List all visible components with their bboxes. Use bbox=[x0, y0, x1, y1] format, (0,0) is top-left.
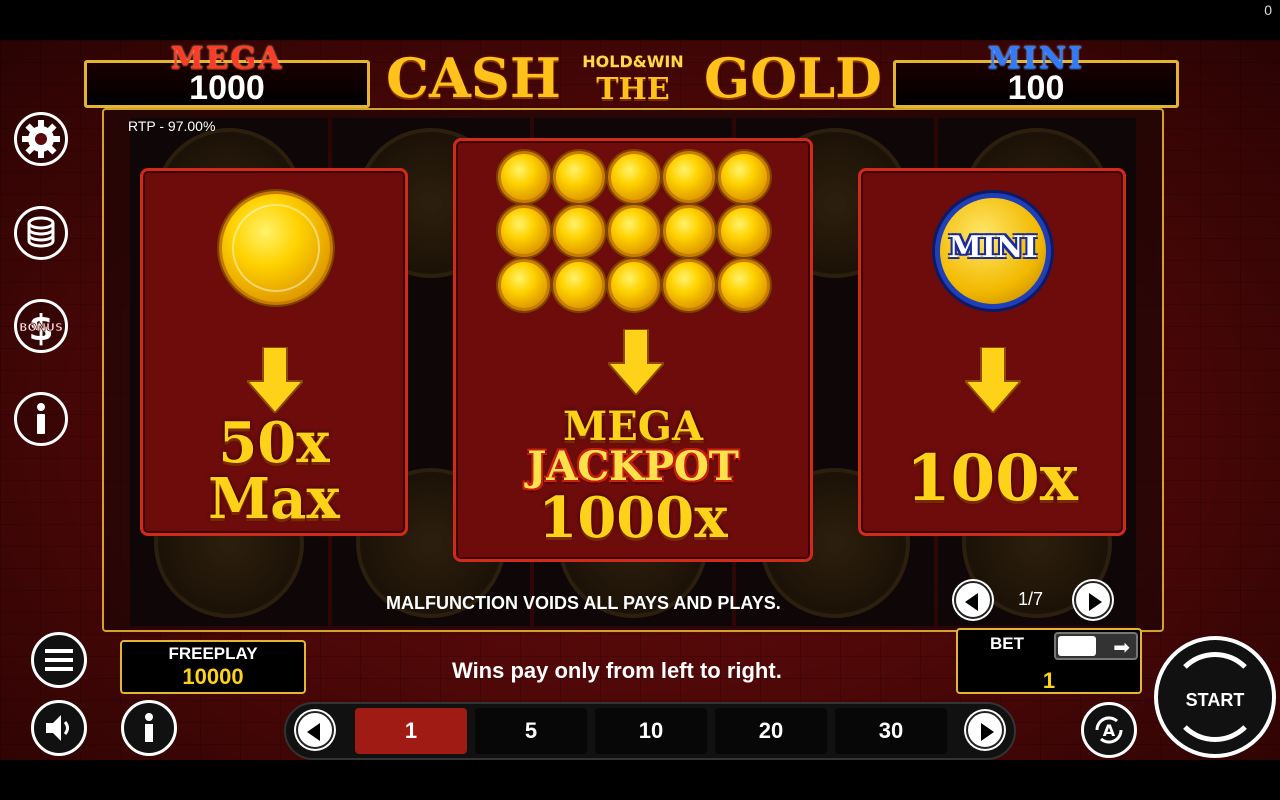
wins-note: Wins pay only from left to right. bbox=[452, 658, 782, 683]
jackpot-label: JACKPOT bbox=[527, 443, 739, 490]
freeplay-value: 10000 bbox=[182, 664, 244, 689]
toggle-knob bbox=[1058, 636, 1096, 656]
bonus-icon: $ BONUS bbox=[19, 308, 64, 349]
bet-increase-button[interactable] bbox=[966, 711, 1004, 749]
info-icon bbox=[37, 403, 45, 434]
gold-coin-icon bbox=[608, 205, 660, 257]
bonus-icon-label: BONUS bbox=[19, 321, 63, 334]
bet-option[interactable]: 30 bbox=[835, 708, 947, 754]
settings-button[interactable] bbox=[14, 112, 68, 166]
gold-coin-icon bbox=[608, 151, 660, 203]
bet-decrease-button[interactable] bbox=[296, 711, 334, 749]
gold-coin-icon bbox=[498, 151, 550, 203]
rtp-label: RTP - 97.00% bbox=[128, 118, 216, 134]
bet-toggle[interactable]: ➡ bbox=[1054, 632, 1138, 660]
mega-jackpot-value: 1000 bbox=[189, 69, 265, 107]
bet-option[interactable]: 1 bbox=[355, 708, 467, 754]
gold-coin-icon bbox=[718, 151, 770, 203]
paytable-info-button[interactable] bbox=[121, 700, 177, 756]
paytable-panel-coin: 50x Max bbox=[140, 168, 408, 536]
mini-coin-label: MINI bbox=[948, 230, 1038, 265]
bet-value: 1 bbox=[1042, 668, 1056, 693]
sound-button[interactable] bbox=[31, 700, 87, 756]
mini-coin-icon: MINI bbox=[935, 193, 1051, 309]
down-arrow-icon bbox=[965, 347, 1021, 413]
malfunction-notice: MALFUNCTION VOIDS ALL PAYS AND PLAYS. bbox=[386, 593, 781, 613]
logo-tagline: HOLD&WIN bbox=[582, 52, 684, 71]
game-logo: CASH HOLD&WIN THE GOLD bbox=[378, 44, 886, 110]
prev-page-button[interactable] bbox=[954, 581, 992, 619]
mini-jackpot-value: 100 bbox=[1007, 69, 1065, 107]
down-arrow-icon bbox=[247, 347, 303, 413]
paytable-panel-mini: MINI 100x bbox=[858, 168, 1126, 536]
gold-coin-icon bbox=[498, 205, 550, 257]
arrow-right-icon: ➡ bbox=[1113, 637, 1130, 659]
hamburger-icon bbox=[45, 649, 73, 671]
bonus-button[interactable]: $ BONUS bbox=[14, 299, 68, 353]
page-indicator: 1/7 bbox=[1018, 589, 1044, 609]
gold-coin-icon bbox=[663, 151, 715, 203]
gold-coin-icon bbox=[553, 259, 605, 311]
freeplay-label: FREEPLAY bbox=[168, 644, 258, 663]
bet-option[interactable]: 5 bbox=[475, 708, 587, 754]
paytable-panel-mega: MEGA JACKPOT 1000x bbox=[453, 138, 813, 562]
gold-coin-icon bbox=[663, 259, 715, 311]
logo-word-gold: GOLD bbox=[704, 46, 882, 110]
autoplay-button[interactable]: A bbox=[1081, 702, 1137, 758]
bet-option[interactable]: 20 bbox=[715, 708, 827, 754]
autoplay-label: A bbox=[1103, 721, 1116, 740]
freeplay-balance: FREEPLAY 10000 bbox=[120, 640, 306, 694]
speaker-icon bbox=[46, 715, 69, 741]
payout-line-1: 50x bbox=[218, 410, 330, 476]
gold-coin-icon bbox=[718, 205, 770, 257]
coins-stack-icon bbox=[27, 216, 55, 248]
next-page-button[interactable] bbox=[1074, 581, 1112, 619]
coins-button[interactable] bbox=[14, 206, 68, 260]
info-icon bbox=[145, 713, 153, 742]
gold-coin-icon bbox=[553, 151, 605, 203]
gold-coin-icon bbox=[498, 259, 550, 311]
autoplay-icon: A bbox=[1095, 716, 1123, 744]
bet-box: BET ➡ 1 bbox=[956, 628, 1142, 694]
logo-word-cash: CASH bbox=[386, 46, 561, 110]
jackpot-multiplier: 1000x bbox=[538, 485, 728, 551]
gold-coin-icon bbox=[718, 259, 770, 311]
gear-icon bbox=[22, 120, 60, 158]
payout-multiplier: 50x Max bbox=[143, 415, 405, 527]
mini-jackpot-plate: MINI 100 bbox=[893, 41, 1179, 108]
mega-jackpot-plate: MEGA 1000 bbox=[84, 41, 370, 108]
start-button[interactable]: START bbox=[1154, 636, 1276, 758]
payout-line-2: Max bbox=[208, 466, 340, 532]
bet-label: BET bbox=[990, 634, 1024, 653]
payout-multiplier: 100x bbox=[906, 441, 1078, 516]
corner-counter: 0 bbox=[1264, 2, 1272, 18]
info-button[interactable] bbox=[14, 392, 68, 446]
gold-coin-icon bbox=[553, 205, 605, 257]
bet-selector: 1 5 10 20 30 bbox=[284, 702, 1016, 760]
bet-option[interactable]: 10 bbox=[595, 708, 707, 754]
down-arrow-icon bbox=[608, 329, 664, 395]
gold-coin-icon bbox=[663, 205, 715, 257]
start-label: START bbox=[1185, 690, 1245, 710]
gold-coin-icon bbox=[608, 259, 660, 311]
gold-coin-icon bbox=[219, 191, 333, 305]
menu-button[interactable] bbox=[31, 632, 87, 688]
logo-word-the: THE bbox=[596, 72, 670, 107]
